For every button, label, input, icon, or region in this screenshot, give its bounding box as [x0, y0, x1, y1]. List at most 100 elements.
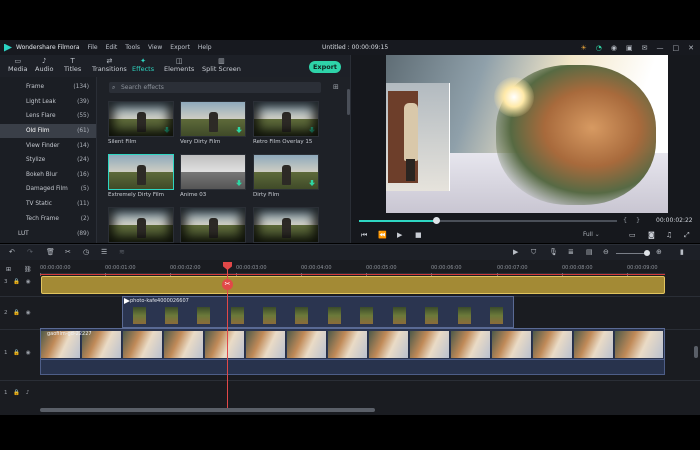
effect-thumb[interactable]	[253, 207, 319, 243]
delete-icon[interactable]: 🗑	[46, 248, 55, 256]
menu-tools[interactable]: Tools	[125, 44, 140, 51]
save-icon[interactable]: ▣	[626, 44, 633, 52]
tab-split-screen[interactable]: ▥ Split Screen	[202, 57, 241, 73]
menu-file[interactable]: File	[88, 44, 98, 51]
time-ruler[interactable]: 00:00:00:00 00:00:01:00 00:00:02:00 00:0…	[40, 260, 665, 276]
tab-audio[interactable]: ♪ Audio	[35, 57, 53, 73]
minimize-icon[interactable]: —	[657, 44, 664, 52]
add-track-icon[interactable]: ⊞	[6, 266, 11, 273]
maximize-icon[interactable]: □	[673, 44, 680, 52]
tab-media[interactable]: ▭ Media	[8, 57, 28, 73]
microphone-icon[interactable]: 🎙	[549, 248, 558, 256]
previous-frame-icon[interactable]: ⏮	[361, 231, 367, 240]
redo-icon[interactable]: ↷	[27, 248, 33, 256]
eye-icon[interactable]: ◉	[26, 310, 31, 316]
ruler-tick: 00:00:07:00	[497, 265, 528, 276]
zoom-slider-handle[interactable]	[644, 250, 650, 256]
marker-icon[interactable]: ⛉	[531, 248, 536, 257]
category-old-film[interactable]: Old Film (61)	[0, 124, 96, 138]
search-placeholder: Search effects	[121, 84, 164, 91]
tab-effects[interactable]: ✦ Effects	[132, 57, 154, 73]
mark-out-icon[interactable]: }	[636, 216, 640, 224]
cut-icon[interactable]: ✂	[65, 248, 71, 256]
stop-icon[interactable]: ■	[415, 231, 422, 239]
headset-icon[interactable]: ◔	[596, 44, 602, 52]
display-settings-icon[interactable]: ▭	[629, 231, 636, 239]
category-view-finder[interactable]: View Finder (14)	[0, 139, 96, 153]
voiceover-icon[interactable]: ≣	[568, 248, 574, 256]
category-tv-static[interactable]: TV Static (11)	[0, 197, 96, 211]
split-scissors-icon[interactable]: ✂	[222, 279, 233, 290]
menu-edit[interactable]: Edit	[106, 44, 118, 51]
zoom-out-icon[interactable]: ⊖	[603, 248, 609, 256]
category-tech-frame[interactable]: Tech Frame (2)	[0, 212, 96, 226]
render-icon[interactable]: ▶	[513, 248, 518, 256]
menu-export[interactable]: Export	[170, 44, 190, 51]
effect-thumb-silent-film[interactable]	[108, 101, 174, 137]
eye-icon[interactable]: ◉	[26, 350, 31, 356]
tab-titles[interactable]: T Titles	[64, 57, 81, 73]
mark-in-icon[interactable]: {	[623, 216, 627, 224]
tab-transitions[interactable]: ⇄ Transitions	[92, 57, 127, 73]
clip-frame	[328, 331, 368, 358]
menu-help[interactable]: Help	[198, 44, 212, 51]
menu-view[interactable]: View	[148, 44, 162, 51]
quality-select[interactable]: Full ⌄	[583, 232, 600, 238]
effect-thumb[interactable]	[108, 207, 174, 243]
music-note-icon: ♪	[42, 57, 47, 65]
effect-thumb-dirty-film[interactable]	[253, 154, 319, 190]
snapshot-icon[interactable]: ◙	[648, 231, 655, 239]
zoom-in-icon[interactable]: ⊕	[656, 248, 662, 256]
export-button[interactable]: Export	[309, 61, 341, 73]
menu-bar: File Edit Tools View Export Help	[80, 44, 212, 51]
effect-thumb-very-dirty-film[interactable]	[180, 101, 246, 137]
undo-icon[interactable]: ↶	[9, 248, 15, 256]
timeline-horizontal-scrollbar[interactable]	[40, 408, 375, 412]
effect-label: Anime 03	[180, 192, 207, 198]
preview-scrub-handle[interactable]	[433, 217, 440, 224]
lock-icon[interactable]: 🔒	[13, 350, 20, 356]
effect-thumb-extremely-dirty-film[interactable]	[108, 154, 174, 190]
timeline-toolbar: ↶ ↷ 🗑 ✂ ◷ ☰ ≋ ▶ ⛉ 🎙 ≣ ▤ ⊖ ⊕ ▮	[0, 244, 700, 260]
video-viewer[interactable]	[386, 55, 668, 213]
snapshot-timeline-icon[interactable]: ▤	[586, 248, 593, 256]
timeline-vertical-scrollbar[interactable]	[694, 346, 698, 358]
link-icon[interactable]: ⛓	[24, 266, 32, 273]
category-light-leak[interactable]: Light Leak (39)	[0, 95, 96, 109]
volume-icon[interactable]: ♫	[666, 231, 672, 239]
account-icon[interactable]: ◉	[611, 44, 617, 52]
adjust-icon[interactable]: ☰	[101, 248, 107, 256]
category-bokeh-blur[interactable]: Bokeh Blur (16)	[0, 168, 96, 182]
effect-thumb-anime-03[interactable]	[180, 154, 246, 190]
play-icon[interactable]: ▶	[397, 231, 402, 239]
sun-icon[interactable]: ☀	[581, 44, 587, 52]
close-icon[interactable]: ✕	[688, 44, 694, 52]
eye-icon[interactable]: ◉	[26, 279, 31, 285]
clip-frame	[164, 331, 204, 358]
category-lut[interactable]: LUT (89)	[0, 227, 96, 241]
tab-elements[interactable]: ◫ Elements	[164, 57, 194, 73]
category-frame[interactable]: Frame (134)	[0, 80, 96, 94]
lock-icon[interactable]: 🔒	[13, 390, 20, 396]
fullscreen-icon[interactable]: ⤢	[684, 231, 690, 240]
grid-view-icon[interactable]: ⊞	[333, 83, 339, 91]
category-stylize[interactable]: Stylize (24)	[0, 153, 96, 167]
ruler-tick: 00:00:04:00	[301, 265, 332, 276]
lock-icon[interactable]: 🔒	[13, 279, 20, 285]
step-back-icon[interactable]: ⏪	[378, 231, 387, 239]
effect-thumb[interactable]	[180, 207, 246, 243]
speaker-icon[interactable]: ♪	[26, 390, 30, 396]
lock-icon[interactable]: 🔒	[13, 310, 20, 316]
mail-icon[interactable]: ✉	[642, 44, 648, 52]
timeline-settings-icon[interactable]: ▮	[680, 248, 684, 256]
category-lens-flare[interactable]: Lens Flare (55)	[0, 109, 96, 123]
effect-thumb-retro-film-overlay-15[interactable]	[253, 101, 319, 137]
picture-in-picture-overlay[interactable]	[386, 83, 450, 191]
clip-audio-strip[interactable]	[40, 359, 665, 375]
search-effects-input[interactable]: ⌕ Search effects	[109, 82, 321, 93]
category-damaged-film[interactable]: Damaged Film (5)	[0, 182, 96, 196]
audio-wave-icon[interactable]: ≋	[119, 248, 125, 256]
speed-icon[interactable]: ◷	[83, 248, 89, 256]
ruler-tick: 00:00:06:00	[431, 265, 462, 276]
effect-clip-extremely-dirty-film[interactable]	[41, 276, 665, 294]
